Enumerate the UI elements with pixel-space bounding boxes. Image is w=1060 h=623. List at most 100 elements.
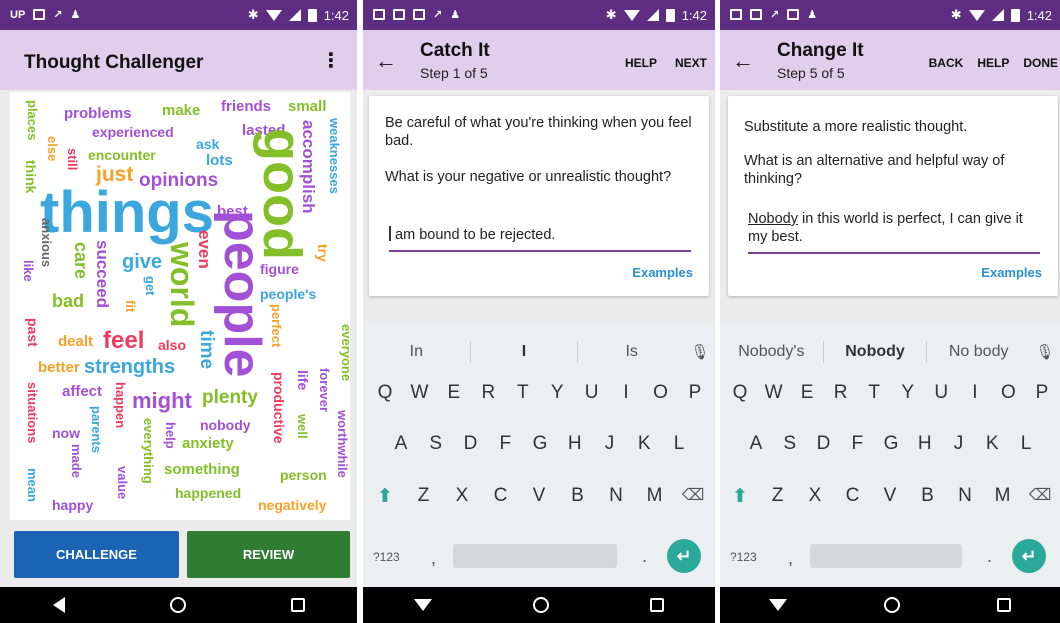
backspace-icon[interactable]: ⌫ xyxy=(1026,485,1054,508)
microphone-icon[interactable]: 🎙 xyxy=(685,343,715,361)
comma-key[interactable]: , xyxy=(431,548,436,569)
word: succeed xyxy=(93,240,112,309)
key[interactable]: D xyxy=(810,433,838,455)
back-button[interactable]: BACK xyxy=(929,56,964,70)
key[interactable]: M xyxy=(641,485,669,508)
key[interactable]: S xyxy=(776,433,804,455)
key[interactable]: N xyxy=(951,485,979,508)
hide-keyboard-icon[interactable] xyxy=(768,599,787,611)
challenge-button[interactable]: CHALLENGE xyxy=(14,531,179,578)
suggestion[interactable]: Is xyxy=(578,343,685,361)
key[interactable]: Q xyxy=(726,382,754,404)
key[interactable]: J xyxy=(945,433,973,455)
done-button[interactable]: DONE xyxy=(1023,56,1058,70)
key[interactable]: V xyxy=(525,485,553,508)
alternative-thought-input[interactable]: Nobody in this world is perfect, I can g… xyxy=(748,210,1040,254)
key[interactable]: K xyxy=(978,433,1006,455)
shift-icon[interactable]: ⬆ xyxy=(726,485,754,508)
enter-icon[interactable]: ↵ xyxy=(1012,539,1046,573)
help-button[interactable]: HELP xyxy=(977,56,1009,70)
key[interactable]: C xyxy=(839,485,867,508)
key[interactable]: U xyxy=(578,382,606,404)
key[interactable]: T xyxy=(860,382,888,404)
backspace-icon[interactable]: ⌫ xyxy=(679,485,707,508)
symbols-key[interactable]: ?123 xyxy=(373,550,400,564)
key[interactable]: R xyxy=(474,382,502,404)
key[interactable]: X xyxy=(448,485,476,508)
suggestion[interactable]: I xyxy=(471,343,578,361)
period-key[interactable]: . xyxy=(642,546,647,567)
key[interactable]: T xyxy=(509,382,537,404)
key[interactable]: N xyxy=(602,485,630,508)
key[interactable]: H xyxy=(561,433,589,455)
examples-link[interactable]: Examples xyxy=(981,265,1042,280)
key[interactable]: L xyxy=(1012,433,1040,455)
key[interactable]: E xyxy=(440,382,468,404)
suggestion[interactable]: In xyxy=(363,343,470,361)
key[interactable]: P xyxy=(681,382,709,404)
review-button[interactable]: REVIEW xyxy=(187,531,350,578)
home-icon[interactable] xyxy=(883,597,900,613)
symbols-key[interactable]: ?123 xyxy=(730,550,757,564)
key[interactable]: Q xyxy=(371,382,399,404)
key[interactable]: V xyxy=(876,485,904,508)
key[interactable]: W xyxy=(760,382,788,404)
key[interactable]: K xyxy=(630,433,658,455)
key[interactable]: B xyxy=(914,485,942,508)
word: small xyxy=(288,98,327,115)
key[interactable]: G xyxy=(877,433,905,455)
overflow-menu-icon[interactable]: ⋮ xyxy=(321,50,341,72)
key[interactable]: X xyxy=(801,485,829,508)
key[interactable]: Z xyxy=(764,485,792,508)
key[interactable]: J xyxy=(596,433,624,455)
key[interactable]: D xyxy=(457,433,485,455)
microphone-icon[interactable]: 🎙 xyxy=(1030,343,1060,361)
back-arrow-icon[interactable]: ← xyxy=(375,48,397,74)
hide-keyboard-icon[interactable] xyxy=(413,599,432,611)
next-button[interactable]: NEXT xyxy=(675,56,707,70)
key[interactable]: S xyxy=(422,433,450,455)
key[interactable]: Z xyxy=(410,485,438,508)
key[interactable]: U xyxy=(927,382,955,404)
word: else xyxy=(45,136,60,162)
key[interactable]: O xyxy=(994,382,1022,404)
key[interactable]: O xyxy=(647,382,675,404)
key[interactable]: W xyxy=(405,382,433,404)
thought-input[interactable]: am bound to be rejected. xyxy=(389,226,691,252)
space-bar[interactable] xyxy=(810,544,962,568)
help-button[interactable]: HELP xyxy=(625,56,657,70)
comma-key[interactable]: , xyxy=(788,548,793,569)
key[interactable]: R xyxy=(827,382,855,404)
shift-icon[interactable]: ⬆ xyxy=(371,485,399,508)
key[interactable]: L xyxy=(665,433,693,455)
key[interactable]: I xyxy=(612,382,640,404)
recents-icon[interactable] xyxy=(650,598,665,612)
key[interactable]: G xyxy=(526,433,554,455)
examples-link[interactable]: Examples xyxy=(632,265,693,280)
back-arrow-icon[interactable]: ← xyxy=(732,48,754,74)
key[interactable]: A xyxy=(742,433,770,455)
key[interactable]: I xyxy=(961,382,989,404)
period-key[interactable]: . xyxy=(987,546,992,567)
key[interactable]: E xyxy=(793,382,821,404)
suggestion[interactable]: No body xyxy=(927,343,1030,361)
suggestion[interactable]: Nobody xyxy=(824,343,927,361)
key[interactable]: Y xyxy=(543,382,571,404)
key[interactable]: C xyxy=(487,485,515,508)
home-icon[interactable] xyxy=(532,597,549,613)
key[interactable]: B xyxy=(564,485,592,508)
back-icon[interactable] xyxy=(52,597,65,613)
key[interactable]: M xyxy=(989,485,1017,508)
suggestion[interactable]: Nobody's xyxy=(720,343,823,361)
key[interactable]: P xyxy=(1028,382,1056,404)
space-bar[interactable] xyxy=(453,544,617,568)
recents-icon[interactable] xyxy=(997,598,1012,612)
enter-icon[interactable]: ↵ xyxy=(667,539,701,573)
key[interactable]: Y xyxy=(894,382,922,404)
key[interactable]: F xyxy=(843,433,871,455)
recents-icon[interactable] xyxy=(290,598,305,612)
key[interactable]: H xyxy=(911,433,939,455)
key[interactable]: A xyxy=(387,433,415,455)
home-icon[interactable] xyxy=(169,597,186,613)
key[interactable]: F xyxy=(491,433,519,455)
